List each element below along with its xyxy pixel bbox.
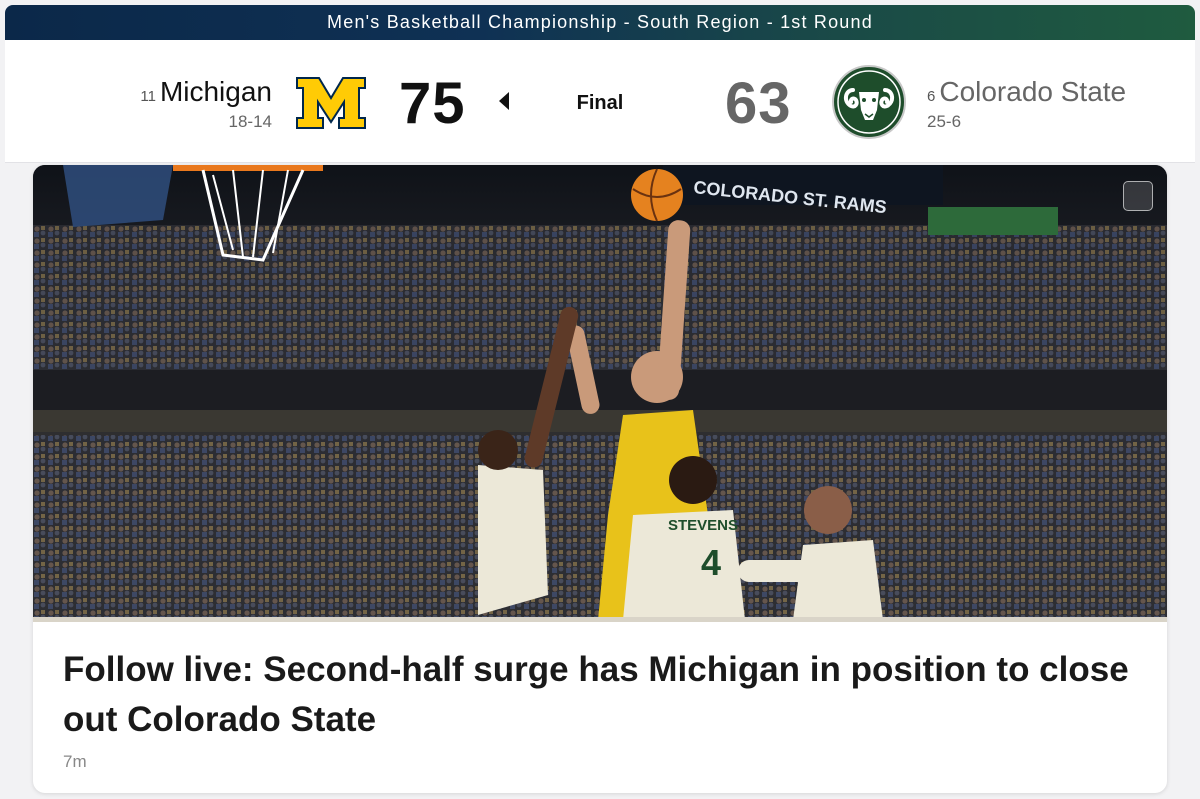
tournament-title: Men's Basketball Championship - South Re… [327, 12, 873, 32]
image-gallery-icon[interactable] [1123, 181, 1153, 211]
home-team-seed: 11 [140, 88, 156, 105]
away-team-score: 63 [725, 71, 792, 136]
article-photo[interactable]: COLORADO ST. RAMS STEVENS 4 [33, 165, 1167, 620]
home-team-info[interactable]: 11 Michigan 18-14 [140, 76, 272, 132]
away-team-seed: 6 [927, 88, 936, 105]
photo-divider [33, 617, 1167, 622]
home-team-score: 75 [399, 71, 466, 136]
article-card[interactable]: COLORADO ST. RAMS STEVENS 4 Follow live:… [33, 165, 1167, 793]
winner-indicator-icon [499, 92, 509, 110]
article-headline[interactable]: Follow live: Second-half surge has Michi… [63, 645, 1143, 745]
michigan-logo-icon[interactable] [295, 76, 367, 130]
jersey-number: 4 [701, 542, 721, 583]
scoreboard[interactable]: 11 Michigan 18-14 75 Final 63 6 Colorado S… [5, 40, 1195, 163]
away-team-record: 25-6 [927, 112, 962, 131]
jersey-name: STEVENS [668, 517, 738, 534]
article-timestamp: 7m [63, 752, 87, 771]
home-team-record: 18-14 [228, 112, 272, 131]
home-team-name: Michigan [159, 76, 272, 107]
colorado-state-logo-icon[interactable] [831, 64, 907, 140]
game-status: Final [576, 92, 624, 114]
away-team-name: Colorado State [939, 76, 1127, 107]
game-card-screen: Men's Basketball Championship - South Re… [0, 0, 1200, 799]
away-team-info[interactable]: 6 Colorado State 25-6 [927, 76, 1126, 132]
tournament-banner[interactable]: Men's Basketball Championship - South Re… [5, 5, 1195, 40]
